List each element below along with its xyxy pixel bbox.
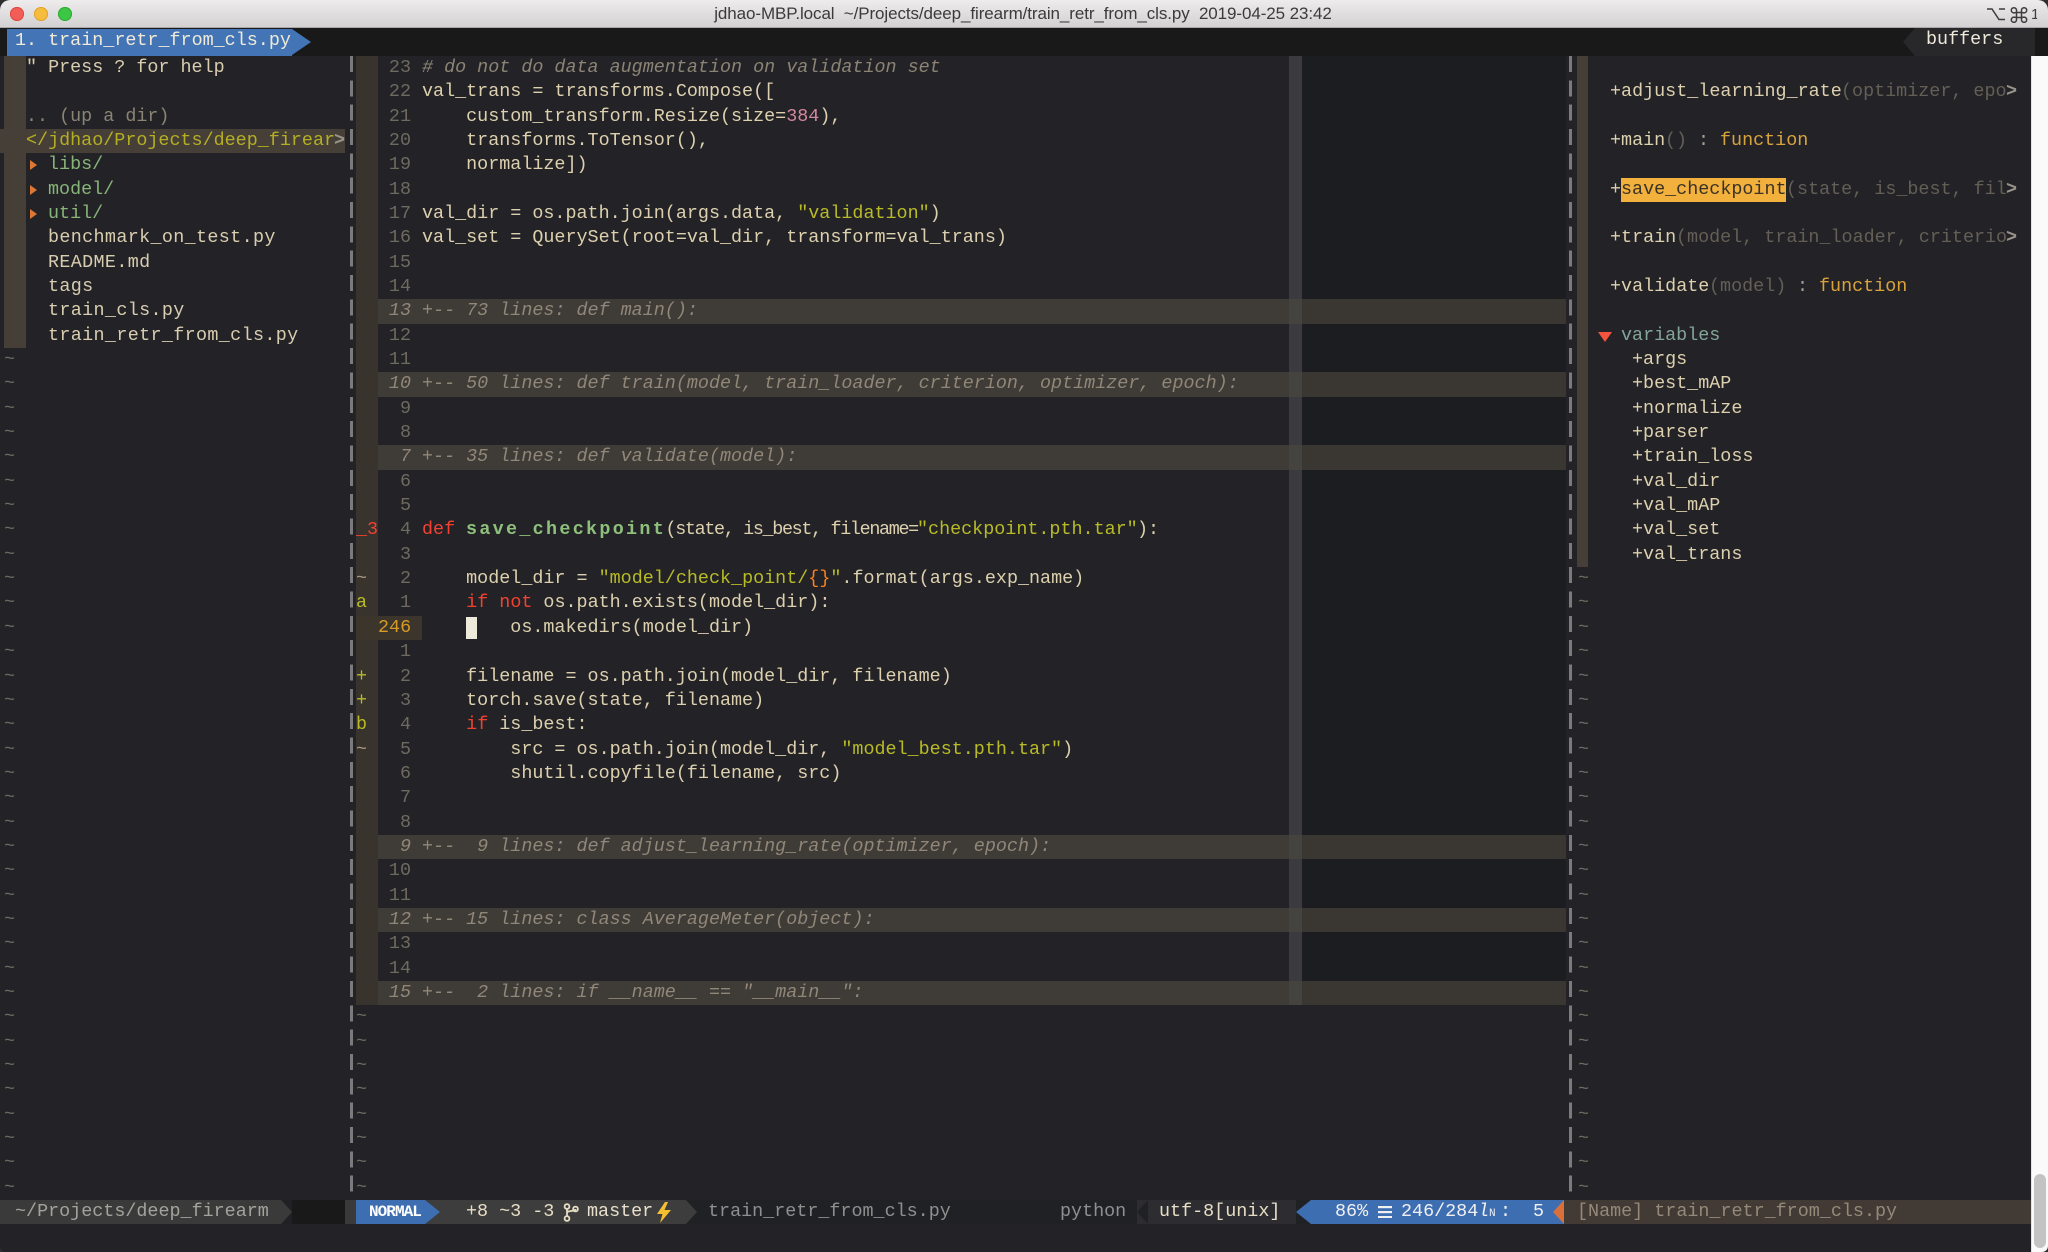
svg-text:1: 1 <box>2031 6 2037 23</box>
